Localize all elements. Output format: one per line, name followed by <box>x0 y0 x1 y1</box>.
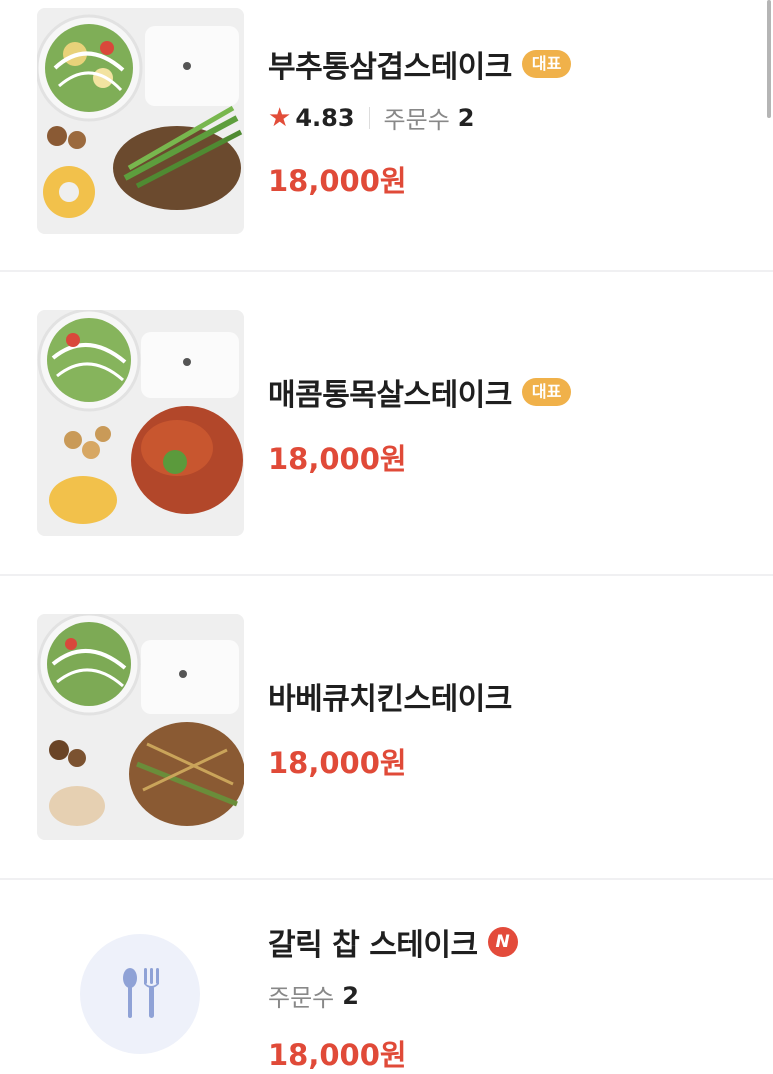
menu-item-price: 18,000원 <box>268 164 407 198</box>
menu-item-price: 18,000원 <box>268 1038 407 1072</box>
menu-item[interactable]: 부추통삼겹스테이크 대표 ★ 4.83 주문수 2 18,000원 <box>0 0 773 270</box>
menu-item-price: 18,000원 <box>268 442 407 476</box>
orders-label: 주문수 <box>268 984 335 1012</box>
signature-badge: 대표 <box>521 50 572 78</box>
menu-item-price: 18,000원 <box>268 746 407 780</box>
rating-value: 4.83 <box>295 103 355 132</box>
menu-item-image-placeholder <box>80 934 200 1054</box>
new-badge: N <box>487 927 518 957</box>
menu-item-name: 부추통삼겹스테이크 <box>268 50 512 85</box>
fork-spoon-icon <box>123 968 159 1018</box>
menu-item[interactable]: 매콤통목살스테이크 대표 18,000원 <box>0 272 773 574</box>
menu-item-name: 갈릭 찹 스테이크 <box>268 928 478 963</box>
menu-item[interactable]: 갈릭 찹 스테이크 N 주문수 2 18,000원 <box>0 880 773 1074</box>
menu-item-name: 바베큐치킨스테이크 <box>268 682 512 717</box>
star-icon: ★ <box>268 102 292 133</box>
menu-item-image <box>37 310 244 536</box>
menu-item[interactable]: 바베큐치킨스테이크 18,000원 <box>0 576 773 878</box>
orders-label: 주문수 <box>383 106 450 134</box>
menu-item-image <box>37 8 244 234</box>
menu-item-name: 매콤통목살스테이크 <box>268 378 512 413</box>
menu-item-image <box>37 614 244 840</box>
orders-count: 2 <box>457 103 475 132</box>
divider <box>368 106 370 129</box>
orders-count: 2 <box>342 981 359 1010</box>
signature-badge: 대표 <box>521 378 572 406</box>
